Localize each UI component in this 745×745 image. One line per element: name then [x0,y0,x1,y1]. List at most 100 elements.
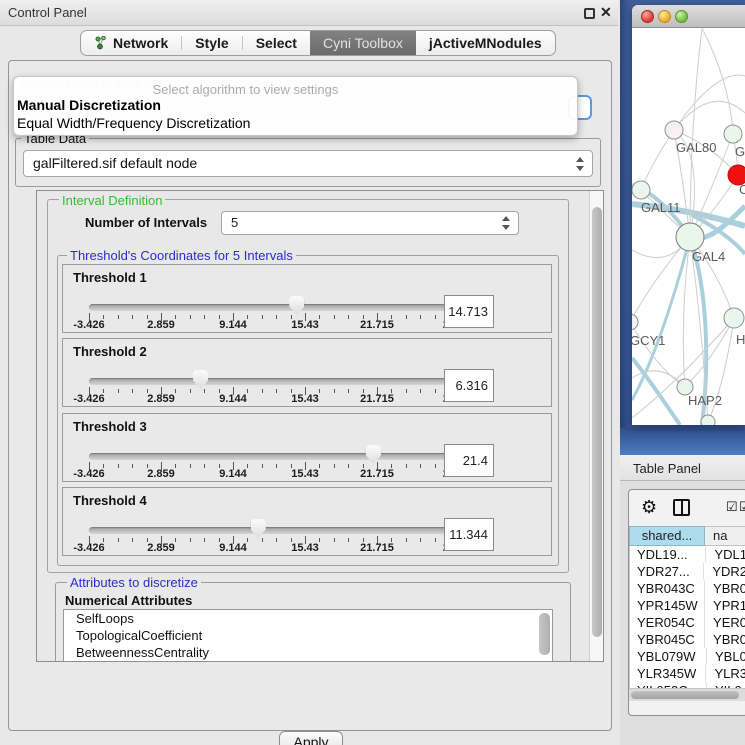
tick-label: -3.426 [73,468,104,480]
threshold-2-value-field[interactable]: 6.316 [444,369,494,402]
interval-definition-title: Interval Definition [59,193,165,208]
threshold-1-value-field[interactable]: 14.713 [444,295,494,328]
tick-label: 15.43 [291,393,319,405]
spinner-arrows-icon[interactable] [502,216,511,230]
threshold-4-slider-track[interactable] [89,527,449,534]
cell: YDR2 [703,563,745,580]
minimize-traffic-light[interactable] [658,10,671,23]
settings-scrollbar-thumb[interactable] [592,207,602,637]
numerical-attributes-list[interactable]: SelfLoops TopologicalCoefficient Between… [63,609,553,662]
tick-label: 2.859 [147,319,175,331]
cell: YBR045C [630,631,704,648]
tick-label: -3.426 [73,542,104,554]
tab-select-label: Select [256,35,297,51]
column-header-shared-name[interactable]: shared... [629,526,705,546]
close-traffic-light[interactable] [641,10,654,23]
table-hscrollbar-thumb[interactable] [631,691,739,699]
tick-label: 2.859 [147,468,175,480]
checkbox-icon[interactable]: ☑ [739,499,745,515]
cell: YDR27... [630,563,703,580]
split-columns-icon[interactable] [673,499,690,516]
apply-button[interactable]: Apply [279,731,343,745]
number-of-intervals-spinner[interactable]: 5 [221,211,519,235]
cell: YLR3 [705,665,745,682]
tab-select[interactable]: Select [243,31,310,55]
cell: YBR043C [630,580,704,597]
table-horizontal-scrollbar[interactable] [629,688,745,701]
node-label: GAL11 [641,200,681,215]
tab-cyni-toolbox-label: Cyni Toolbox [323,35,403,51]
algorithm-dropdown-popup: Select algorithm to view settings Manual… [13,76,578,136]
list-scrollbar[interactable] [539,613,550,655]
network-window-titlebar [632,5,745,28]
node-gal11[interactable] [632,181,650,199]
network-window: GAL80 GA C GAL11 GAL4 GCY1 H HAP2 [632,5,745,425]
cell: YPR1 [704,597,745,614]
node-label: C [739,182,745,197]
network-canvas[interactable]: GAL80 GA C GAL11 GAL4 GCY1 H HAP2 [632,28,745,425]
node-gal80[interactable] [665,121,683,139]
settings-scrollbar[interactable] [589,191,603,661]
tick-label: 2.859 [147,393,175,405]
cell: YLR345W [630,665,705,682]
threshold-2-slider-track[interactable] [89,378,449,385]
list-item[interactable]: TopologicalCoefficient [64,627,552,644]
table-row[interactable]: YBR043CYBR0 [630,580,745,597]
tab-jactivemnodules[interactable]: jActiveMNodules [416,31,555,55]
option-equal-width-frequency[interactable]: Equal Width/Frequency Discretization [14,114,577,132]
threshold-4-label: Threshold 4 [73,493,147,508]
threshold-1-label: Threshold 1 [73,270,147,285]
table-row[interactable]: YBR045CYBR0 [630,631,745,648]
cell: YDL19... [630,546,705,563]
panel-title: Control Panel [8,5,87,20]
threshold-1-slider-track[interactable] [89,304,449,311]
tick-label: 21.715 [360,393,394,405]
option-manual-discretization[interactable]: Manual Discretization [14,96,577,114]
threshold-3-value-field[interactable]: 21.4 [444,444,494,477]
checkbox-icon[interactable]: ☑ [726,499,738,515]
combo-spinner-icon[interactable] [576,157,585,171]
table-row[interactable]: YPR145WYPR1 [630,597,745,614]
tab-cyni-toolbox[interactable]: Cyni Toolbox [310,31,416,55]
tab-jactivemnodules-label: jActiveMNodules [429,35,542,51]
table-rows: YDL19...YDL1 YDR27...YDR2 YBR043CYBR0 YP… [629,546,745,688]
cell: YBL079W [630,648,706,665]
node-ga[interactable] [724,125,742,143]
table-panel: ⚙ ☑ ☑ shared... na YDL19...YDL1 YDR27...… [628,489,745,716]
zoom-traffic-light[interactable] [675,10,688,23]
tick-label: 15.43 [291,468,319,480]
table-row[interactable]: YDR27...YDR2 [630,563,745,580]
list-item[interactable]: SelfLoops [64,610,552,627]
node-h[interactable] [724,308,744,328]
tick-label: -3.426 [73,393,104,405]
threshold-4-panel: Threshold 4 -3.4262.8599.14415.4321.7152… [62,487,552,556]
tab-network[interactable]: Network [81,31,181,55]
tab-style-label: Style [195,35,228,51]
table-toolbar: ⚙ ☑ ☑ [629,490,745,526]
cell: YBR0 [704,631,745,648]
table-panel-title: Table Panel [633,461,701,476]
node-gcy1[interactable] [632,314,638,330]
attributes-title: Attributes to discretize [67,575,201,590]
node-label: GAL80 [676,140,716,155]
node-label: GAL4 [692,249,725,264]
tick-label: 21.715 [360,542,394,554]
table-row[interactable]: YDL19...YDL1 [630,546,745,563]
list-item[interactable]: BetweennessCentrality [64,644,552,661]
close-icon[interactable]: ✕ [600,4,612,21]
threshold-3-slider-track[interactable] [89,453,449,460]
table-row[interactable]: YER054CYER0 [630,614,745,631]
table-row[interactable]: YLR345WYLR3 [630,665,745,682]
float-window-icon[interactable] [584,8,595,19]
network-icon [94,36,107,50]
table-row[interactable]: YBL079WYBL0 [630,648,745,665]
table-data-combo[interactable]: galFiltered.sif default node [23,150,593,177]
node-bottom[interactable] [701,415,715,425]
threshold-4-value-field[interactable]: 11.344 [444,518,494,551]
cell: YDL1 [705,546,745,563]
node-gal4[interactable] [676,223,704,251]
column-header-name[interactable]: na [705,526,745,546]
tab-style[interactable]: Style [182,31,241,55]
gear-icon[interactable]: ⚙ [641,497,657,517]
number-of-intervals-label: Number of Intervals [85,215,207,230]
